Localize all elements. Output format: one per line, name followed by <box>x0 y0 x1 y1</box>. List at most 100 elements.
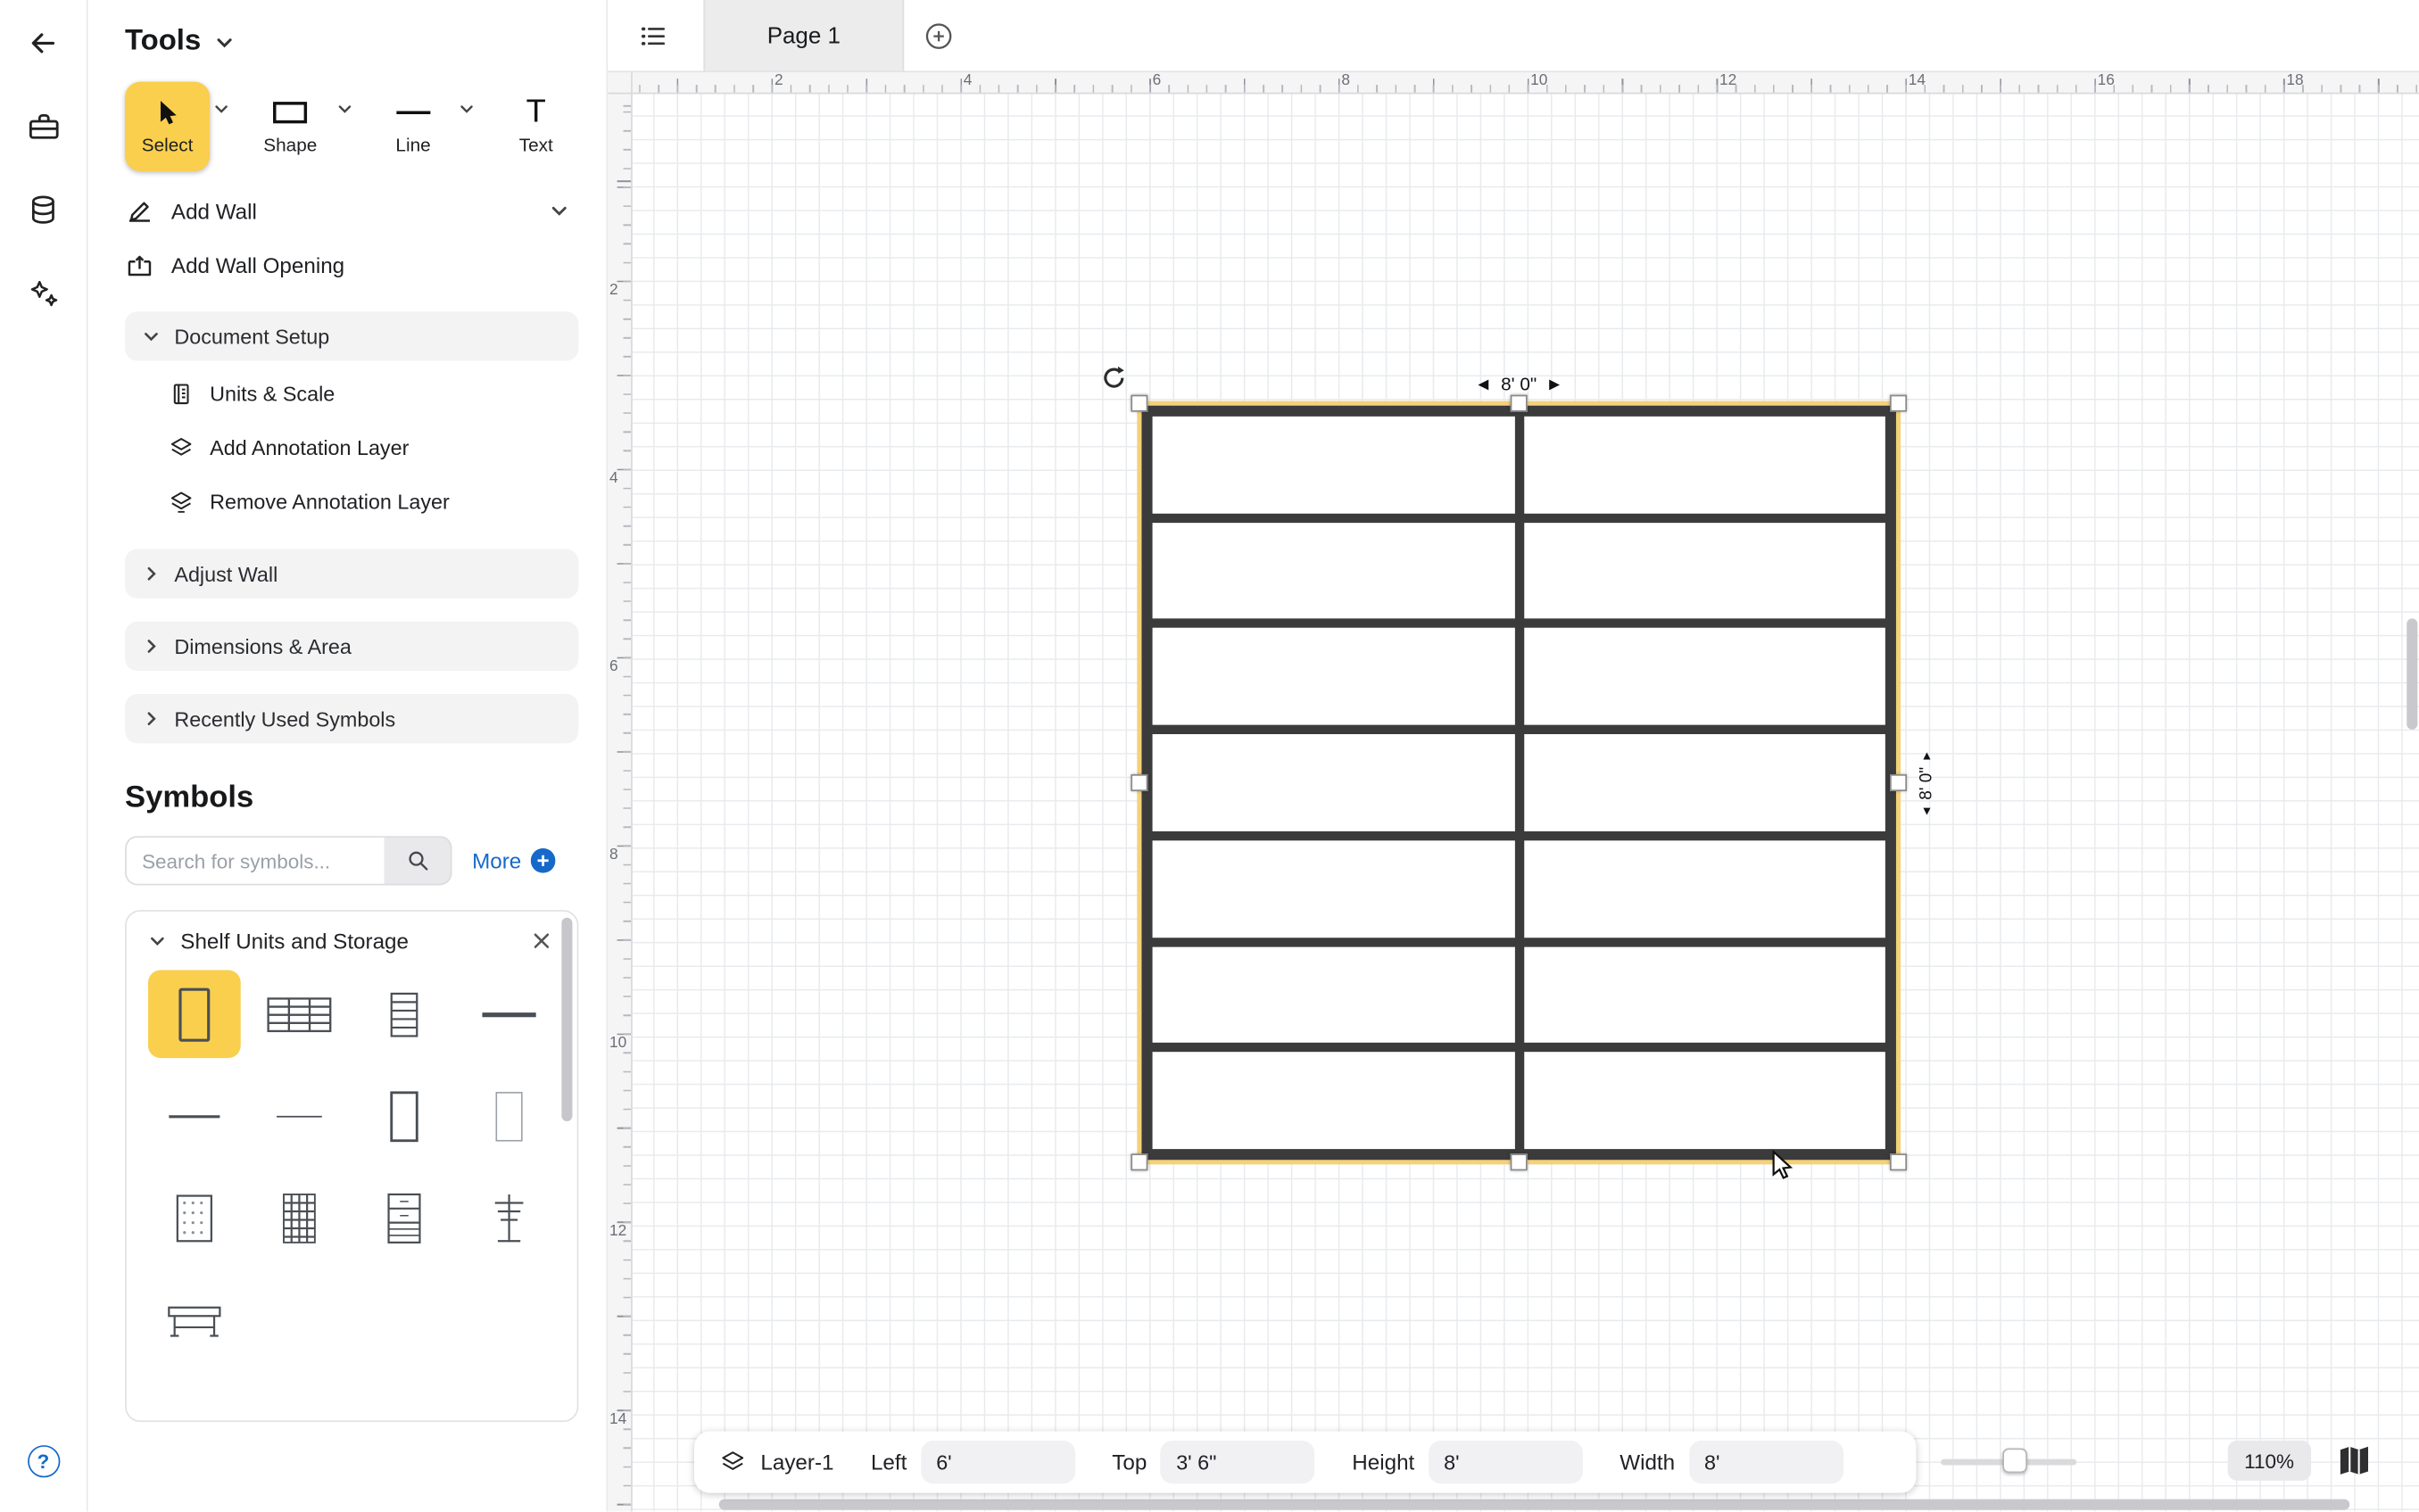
map-overview-button[interactable] <box>2330 1436 2379 1485</box>
field-top: Top <box>1112 1441 1314 1483</box>
shelf-cell <box>1153 840 1514 937</box>
close-group-button[interactable] <box>527 927 555 954</box>
help-button[interactable]: ? <box>27 1445 59 1477</box>
ruler-v-label: 8 <box>609 847 618 863</box>
section-adjust-wall[interactable]: Adjust Wall <box>125 549 578 599</box>
shelf-cell <box>1523 734 1885 830</box>
field-height-label: Height <box>1352 1450 1414 1475</box>
symbol-search-row: More <box>125 836 578 885</box>
sparkles-icon <box>26 276 62 311</box>
symbol-thumb-drawer-unit[interactable] <box>358 1174 451 1262</box>
section-dimensions-area[interactable]: Dimensions & Area <box>125 622 578 671</box>
symbols-scrollbar-thumb[interactable] <box>561 918 572 1121</box>
symbol-thumb-tall-rect-light[interactable] <box>463 1072 556 1161</box>
arrow-right-icon: ▶ <box>1549 376 1560 392</box>
document-setup-items: Units & Scale Add Annotation Layer Remov… <box>125 368 578 530</box>
layers-add-icon <box>168 435 194 461</box>
field-width-label: Width <box>1620 1450 1675 1475</box>
horizontal-scrollbar-thumb[interactable] <box>719 1500 2350 1510</box>
vertical-scrollbar-thumb[interactable] <box>2407 618 2417 729</box>
selection-handle-n[interactable] <box>1510 395 1527 412</box>
tool-select-dropdown[interactable] <box>210 82 233 118</box>
selection-handle-e[interactable] <box>1890 773 1907 790</box>
tool-select-button[interactable]: Select <box>125 82 210 171</box>
ruler-h-label: 10 <box>1530 72 1547 89</box>
symbol-thumb-work-bench[interactable] <box>148 1276 241 1364</box>
drawing-canvas[interactable]: ◀ 8' 0" ▶ ▲ 8' 0" ▼ <box>633 94 2419 1511</box>
canvas-area: Page 1 24681012141618 2468101214 <box>608 0 2419 1511</box>
selection-handle-s[interactable] <box>1510 1153 1527 1170</box>
tab-page-1[interactable]: Page 1 <box>703 0 904 71</box>
selection-handle-ne[interactable] <box>1890 395 1907 412</box>
sparkles-button[interactable] <box>21 271 64 314</box>
text-tool-icon: T <box>526 98 546 126</box>
adjust-wall-label: Adjust Wall <box>174 562 278 585</box>
rotate-handle[interactable] <box>1098 362 1130 393</box>
add-wall-opening-row[interactable]: Add Wall Opening <box>125 237 578 292</box>
symbol-group-header[interactable]: Shelf Units and Storage <box>148 927 555 954</box>
chevron-down-icon <box>215 31 235 51</box>
back-button[interactable] <box>21 21 64 64</box>
symbol-thumb-thick-line[interactable] <box>463 971 556 1059</box>
tool-text-button[interactable]: T Text <box>493 82 578 171</box>
symbol-thumb-thin-line[interactable] <box>253 1072 346 1161</box>
tools-header[interactable]: Tools <box>125 25 578 59</box>
selection-handle-w[interactable] <box>1131 773 1147 790</box>
selection-handle-se[interactable] <box>1890 1153 1907 1170</box>
tool-shape-dropdown[interactable] <box>333 82 356 118</box>
add-wall-dropdown[interactable] <box>550 201 569 220</box>
selection-handle-nw[interactable] <box>1131 395 1147 412</box>
zoom-slider-thumb[interactable] <box>2002 1449 2027 1474</box>
tool-line-button[interactable]: Line <box>371 82 456 171</box>
selection-handle-sw[interactable] <box>1131 1153 1147 1170</box>
symbol-thumb-tall-rect[interactable] <box>358 1072 451 1161</box>
field-left: Left <box>871 1441 1075 1483</box>
symbol-search-input[interactable] <box>125 836 384 885</box>
tool-shape-button[interactable]: Shape <box>248 82 333 171</box>
add-page-button[interactable] <box>904 0 972 71</box>
units-scale-item[interactable]: Units & Scale <box>125 368 578 422</box>
tool-line-dropdown[interactable] <box>456 82 479 118</box>
symbol-thumb-small-shelf-stack[interactable] <box>358 971 451 1059</box>
tool-text-label: Text <box>519 134 553 155</box>
dimensions-area-label: Dimensions & Area <box>174 634 352 657</box>
search-button[interactable] <box>385 836 452 885</box>
field-width-input[interactable] <box>1689 1441 1843 1483</box>
symbol-thumb-wide-shelf-grid[interactable] <box>253 971 346 1059</box>
more-button[interactable]: More <box>472 848 555 873</box>
height-dimension-label: ▲ 8' 0" ▼ <box>1918 748 1936 817</box>
symbol-thumb-mesh-shelf[interactable] <box>253 1174 346 1262</box>
remove-annotation-layer-item[interactable]: Remove Annotation Layer <box>125 475 578 530</box>
symbol-thumb-coat-rack[interactable] <box>463 1174 556 1262</box>
chevron-down-icon <box>213 100 230 117</box>
pages-list-button[interactable] <box>620 0 685 71</box>
width-dimension-value: 8' 0" <box>1501 373 1537 394</box>
layers-remove-icon <box>168 489 194 515</box>
field-height: Height <box>1352 1441 1582 1483</box>
ruler-h-label: 14 <box>1909 72 1926 89</box>
toolbox-button[interactable] <box>21 105 64 148</box>
shelf-cell <box>1523 840 1885 937</box>
field-height-input[interactable] <box>1429 1441 1583 1483</box>
field-left-input[interactable] <box>921 1441 1075 1483</box>
map-icon <box>2336 1442 2373 1479</box>
line-icon <box>394 98 434 126</box>
selected-shelf-object[interactable]: ◀ 8' 0" ▶ ▲ 8' 0" ▼ <box>1141 406 1895 1160</box>
layers-icon <box>719 1449 747 1476</box>
symbol-thumb-medium-line[interactable] <box>148 1072 241 1161</box>
symbol-thumb-dotted-rect[interactable] <box>148 1174 241 1262</box>
tab-label: Page 1 <box>767 22 841 48</box>
zoom-level-value: 110% <box>2244 1449 2294 1472</box>
zoom-level-chip[interactable]: 110% <box>2227 1441 2311 1481</box>
shape-rect-icon <box>272 98 309 126</box>
section-document-setup[interactable]: Document Setup <box>125 311 578 360</box>
symbol-group-card: Shelf Units and Storage <box>125 910 578 1422</box>
layer-chip[interactable]: Layer-1 <box>719 1449 834 1476</box>
symbol-thumb-tall-shelf[interactable] <box>148 971 241 1059</box>
field-top-input[interactable] <box>1161 1441 1315 1483</box>
database-button[interactable] <box>21 188 64 231</box>
section-recently-used[interactable]: Recently Used Symbols <box>125 694 578 743</box>
zoom-slider[interactable] <box>1941 1459 2076 1466</box>
add-wall-row[interactable]: Add Wall <box>125 184 578 238</box>
add-annotation-layer-item[interactable]: Add Annotation Layer <box>125 421 578 475</box>
